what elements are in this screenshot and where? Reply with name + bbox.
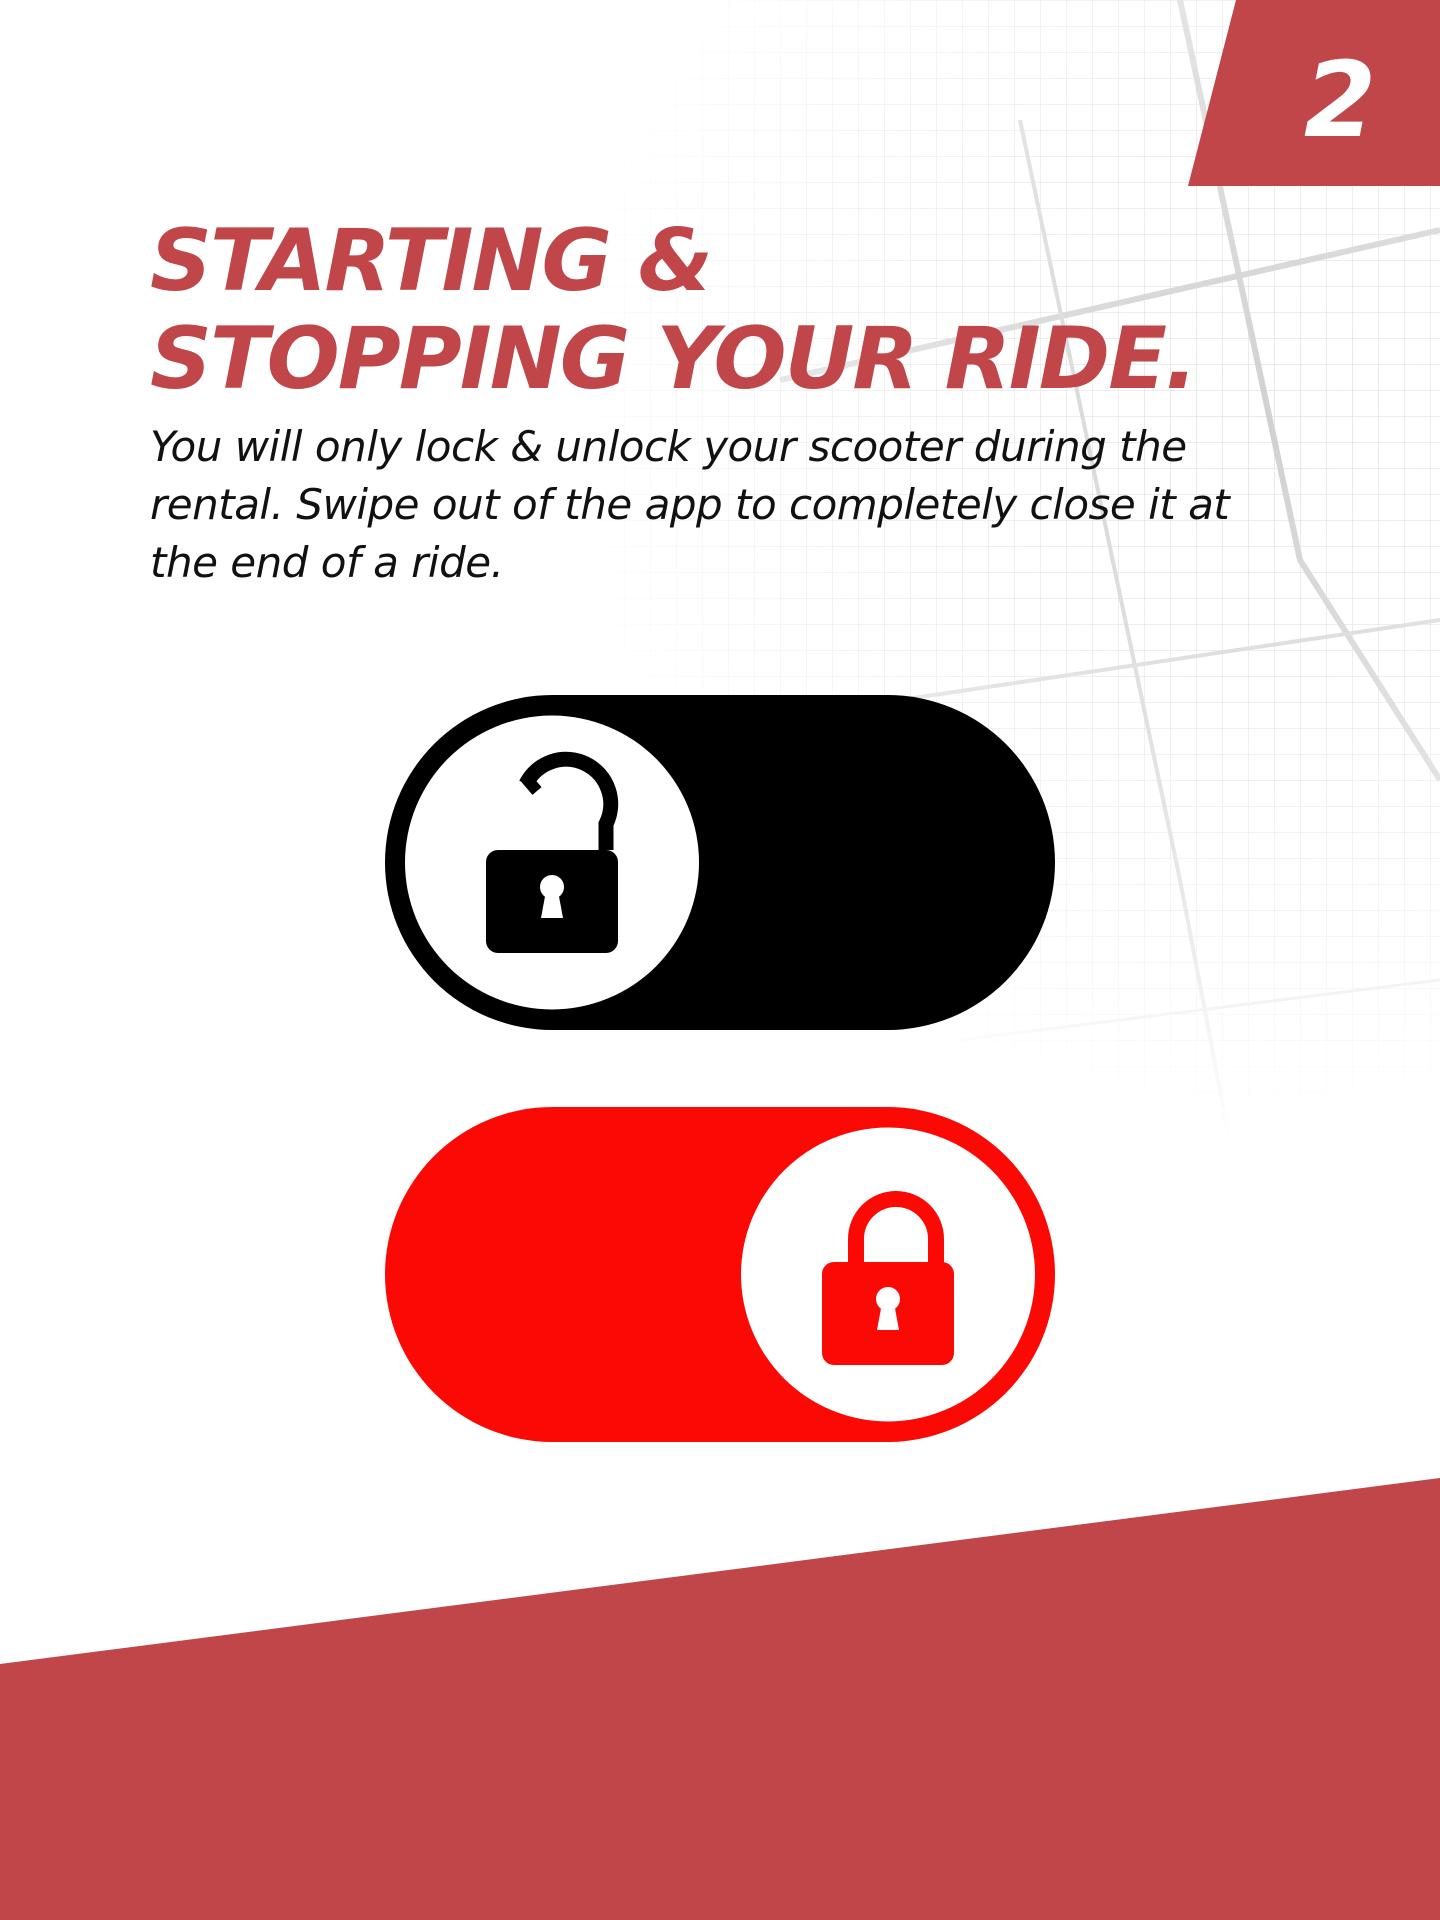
step-number-tab [1188, 0, 1440, 186]
page-title-line-2: STOPPING YOUR RIDE. [150, 309, 1198, 409]
unlock-toggle[interactable] [385, 695, 1055, 1030]
footer-band [0, 1478, 1440, 1920]
intro-text: You will only lock & unlock your scooter… [150, 422, 1230, 587]
step-number: 2 [1303, 39, 1377, 161]
lock-toggle[interactable] [385, 1107, 1055, 1442]
page-title: STARTING & STOPPING YOUR RIDE. [150, 212, 1300, 408]
page-title-line-1: STARTING & [150, 211, 713, 311]
